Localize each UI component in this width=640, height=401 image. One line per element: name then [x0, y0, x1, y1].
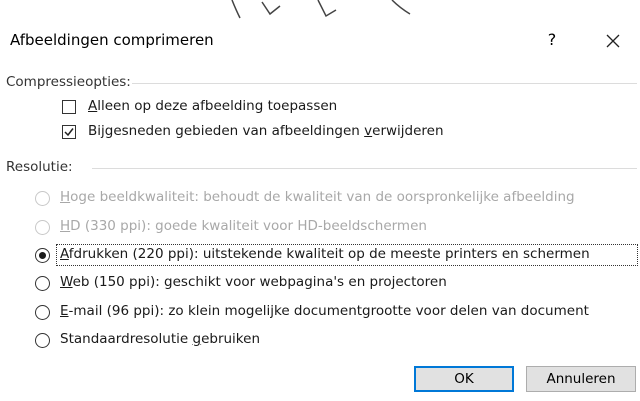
option-default-resolution-label[interactable]: Standaardresolutie gebruiken [60, 331, 260, 347]
radio-print-220[interactable] [35, 248, 50, 263]
radio-hd-330[interactable] [35, 220, 50, 235]
background-drawing [0, 0, 640, 22]
option-delete-cropped-label[interactable]: Bijgesneden gebieden van afbeeldingen ve… [88, 123, 444, 139]
radio-web-150[interactable] [35, 276, 50, 291]
compression-heading: Compressieopties: [6, 74, 131, 90]
option-high-quality-label[interactable]: Hoge beeldkwaliteit: behoudt de kwalitei… [60, 189, 575, 205]
option-apply-only-this-label[interactable]: Alleen op deze afbeelding toepassen [88, 98, 337, 114]
checkbox-delete-cropped[interactable] [62, 125, 76, 139]
dialog-title: Afbeeldingen comprimeren [10, 31, 214, 49]
ok-button[interactable]: OK [414, 366, 514, 392]
option-hd-330-label[interactable]: HD (330 ppi): goede kwaliteit voor HD-be… [60, 218, 427, 234]
radio-high-quality[interactable] [35, 191, 50, 206]
dialog-title-bar: Afbeeldingen comprimeren ? [0, 22, 640, 58]
radio-email-96[interactable] [35, 305, 50, 320]
close-icon [606, 34, 620, 47]
close-button[interactable] [598, 26, 628, 54]
compression-divider [132, 83, 637, 84]
option-print-220-label[interactable]: Afdrukken (220 ppi): uitstekende kwalite… [60, 246, 590, 262]
option-email-96-label[interactable]: E-mail (96 ppi): zo klein mogelijke docu… [60, 303, 589, 319]
option-web-150-label[interactable]: Web (150 ppi): geschikt voor webpagina's… [60, 274, 447, 290]
checkmark-icon [64, 128, 74, 137]
resolution-heading: Resolutie: [6, 159, 73, 175]
radio-selected-dot [39, 252, 46, 259]
checkbox-apply-only-this[interactable] [62, 100, 76, 114]
radio-default-resolution[interactable] [35, 333, 50, 348]
cancel-button[interactable]: Annuleren [526, 366, 636, 392]
resolution-divider [92, 168, 637, 169]
help-button[interactable]: ? [538, 26, 566, 54]
